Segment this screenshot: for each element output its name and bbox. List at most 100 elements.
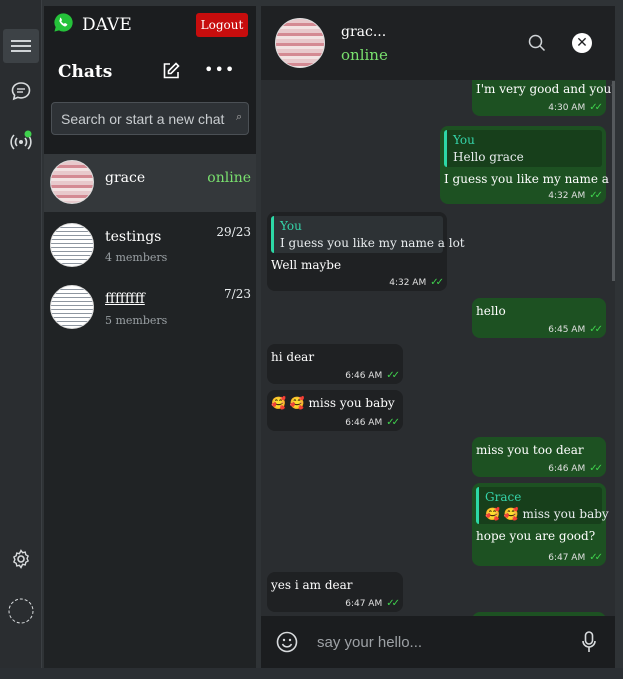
message-meta: 6:46 AM ✓✓ [345, 370, 400, 381]
message-meta: 6:46 AM ✓✓ [548, 463, 603, 474]
reply-quote: Grace 🥰 🥰 miss you baby [476, 487, 609, 524]
read-receipt-icon: ✓✓ [589, 552, 603, 563]
message-bubble: I'm very good and you? 4:30 AM ✓✓ [472, 80, 615, 116]
conversation-header: grac... online ✕ [261, 6, 615, 80]
read-receipt-icon: ✓✓ [386, 598, 400, 609]
message-time: 6:46 AM [345, 371, 383, 381]
message-count: 7/23 [224, 287, 251, 301]
message-meta: 6:47 AM ✓✓ [548, 552, 603, 563]
menu-button[interactable] [3, 29, 39, 63]
message-time: 4:30 AM [548, 103, 586, 113]
compose-icon[interactable] [161, 61, 181, 81]
message-meta: 4:32 AM ✓✓ [548, 190, 603, 201]
contact-name: grac... [341, 24, 387, 40]
message-bubble: 🥰 🥰 miss you baby 6:46 AM ✓✓ [267, 390, 403, 431]
message-composer [261, 616, 615, 668]
search-icon[interactable] [528, 34, 546, 52]
search-box: ⌕ [51, 102, 249, 135]
message-bubble: miss you too dear 6:46 AM ✓✓ [472, 437, 606, 477]
online-status: online [207, 170, 251, 186]
gear-icon[interactable] [10, 548, 32, 570]
message-bubble: You Hello grace I guess you like my name… [440, 126, 615, 204]
message-text: hi dear [271, 350, 315, 364]
quote-author: You [453, 133, 475, 147]
message-time: 4:32 AM [548, 191, 586, 201]
message-text: miss you too dear [476, 443, 584, 457]
quote-author: Grace [485, 490, 522, 504]
message-text: yes i am dear [271, 578, 353, 592]
avatar [50, 285, 94, 329]
reply-quote: You Hello grace [444, 130, 602, 167]
message-text: I'm very good and you? [476, 82, 615, 96]
bottom-edge [0, 668, 623, 679]
chat-item-ffffffff[interactable]: ffffffff 5 members 7/23 [44, 279, 256, 337]
read-receipt-icon: ✓✓ [430, 277, 444, 288]
chat-name: grace [105, 170, 146, 186]
message-time: 6:47 AM [548, 553, 586, 563]
message-bubble: Grace 🥰 🥰 miss you baby hope you are goo… [472, 483, 609, 566]
whatsapp-icon [54, 13, 73, 32]
contact-avatar[interactable] [275, 18, 325, 68]
message-text: hello [476, 304, 506, 318]
message-meta: 6:47 AM ✓✓ [345, 598, 400, 609]
read-receipt-icon: ✓✓ [386, 370, 400, 381]
message-text: 🥰 🥰 miss you baby [271, 396, 395, 410]
quote-author: You [280, 219, 302, 233]
members-count: 5 members [105, 314, 168, 327]
chats-title: Chats [58, 62, 113, 82]
more-options-button[interactable]: ••• [204, 60, 235, 79]
message-text: I guess you like my name a lot [444, 172, 615, 186]
chat-name: testings [105, 229, 162, 245]
message-time: 6:45 AM [548, 325, 586, 335]
message-bubble: hi dear 6:46 AM ✓✓ [267, 344, 403, 384]
chat-bubble-icon[interactable] [10, 80, 32, 102]
scrollbar[interactable] [612, 81, 615, 281]
chat-name: ffffffff [105, 291, 145, 307]
user-name: DAVE [82, 15, 132, 35]
search-input[interactable] [61, 110, 231, 128]
search-icon[interactable]: ⌕ [236, 110, 242, 124]
message-input[interactable] [317, 632, 557, 652]
message-bubble: yes i am dear 6:47 AM ✓✓ [267, 572, 403, 612]
quote-text: Hello grace [453, 150, 524, 164]
read-receipt-icon: ✓✓ [589, 102, 603, 113]
members-count: 4 members [105, 251, 168, 264]
read-receipt-icon: ✓✓ [589, 324, 603, 335]
contact-status: online [341, 46, 388, 64]
message-text: hope you are good? [476, 529, 596, 543]
message-time: 4:32 AM [389, 278, 427, 288]
read-receipt-icon: ✓✓ [589, 190, 603, 201]
conversation-panel: grac... online ✕ I'm very good and you? … [261, 6, 615, 668]
message-list: I'm very good and you? 4:30 AM ✓✓ You Hel… [261, 80, 615, 616]
message-bubble: You I guess you like my name a lot Well … [267, 212, 465, 291]
message-time: 6:47 AM [345, 599, 383, 609]
message-time: 6:46 AM [345, 418, 383, 428]
message-meta: 6:45 AM ✓✓ [548, 324, 603, 335]
message-text: Well maybe [271, 258, 342, 272]
read-receipt-icon: ✓✓ [589, 463, 603, 474]
quote-text: I guess you like my name a lot [280, 236, 465, 250]
chat-list-header: DAVE Logout Chats ••• ⌕ [44, 6, 256, 156]
message-time: 6:46 AM [548, 464, 586, 474]
message-meta: 4:30 AM ✓✓ [548, 102, 603, 113]
logout-button[interactable]: Logout [196, 13, 248, 37]
message-count: 29/23 [216, 225, 251, 239]
close-icon[interactable]: ✕ [572, 33, 592, 53]
quote-text: 🥰 🥰 miss you baby [485, 507, 609, 521]
message-meta: 6:46 AM ✓✓ [345, 417, 400, 428]
chat-list-panel: DAVE Logout Chats ••• ⌕ grace online tes… [44, 6, 256, 668]
profile-circle-icon[interactable] [8, 598, 34, 624]
avatar [50, 223, 94, 267]
avatar [50, 160, 94, 204]
nav-rail [0, 0, 42, 668]
broadcast-icon[interactable] [10, 130, 32, 152]
chat-item-testings[interactable]: testings 4 members 29/23 [44, 217, 256, 275]
hamburger-menu-icon [11, 40, 31, 42]
read-receipt-icon: ✓✓ [386, 417, 400, 428]
message-meta: 4:32 AM ✓✓ [389, 277, 444, 288]
microphone-icon[interactable] [581, 630, 597, 654]
reply-quote: You I guess you like my name a lot [271, 216, 465, 253]
emoji-icon[interactable] [276, 631, 298, 653]
chat-item-grace[interactable]: grace online [44, 154, 256, 212]
message-bubble: hello 6:45 AM ✓✓ [472, 298, 606, 338]
